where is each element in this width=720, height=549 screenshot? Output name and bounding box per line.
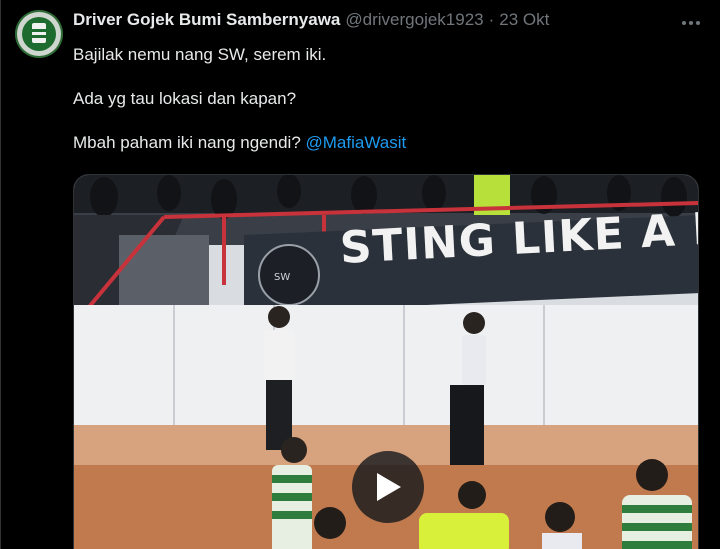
video-player[interactable]: SW STING LIKE A BE (73, 174, 699, 549)
more-options-button[interactable] (678, 12, 704, 34)
tweet-text: Bajilak nemu nang SW, serem iki. Ada yg … (73, 44, 690, 154)
separator: · (488, 10, 495, 29)
play-icon (377, 473, 401, 501)
tweet-article[interactable]: Driver Gojek Bumi Sambernyawa @drivergoj… (0, 0, 720, 549)
timestamp[interactable]: 23 Okt (499, 10, 549, 30)
tweet-line-3-text: Mbah paham iki nang ngendi? (73, 133, 306, 152)
avatar-logo-icon (15, 10, 63, 58)
tweet-line-2: Ada yg tau lokasi dan kapan? (73, 89, 297, 108)
svg-text:SW: SW (274, 272, 290, 283)
tweet-line-1: Bajilak nemu nang SW, serem iki. (73, 45, 327, 64)
avatar[interactable] (15, 10, 63, 58)
user-handle[interactable]: @drivergojek1923 (345, 10, 483, 30)
display-name[interactable]: Driver Gojek Bumi Sambernyawa (73, 10, 340, 30)
tweet-line-3: Mbah paham iki nang ngendi? @MafiaWasit (73, 132, 690, 154)
play-button[interactable] (352, 451, 424, 523)
more-options-icon (682, 21, 700, 25)
tweet-header: Driver Gojek Bumi Sambernyawa @drivergoj… (73, 10, 664, 30)
mention-link[interactable]: @MafiaWasit (306, 133, 407, 152)
